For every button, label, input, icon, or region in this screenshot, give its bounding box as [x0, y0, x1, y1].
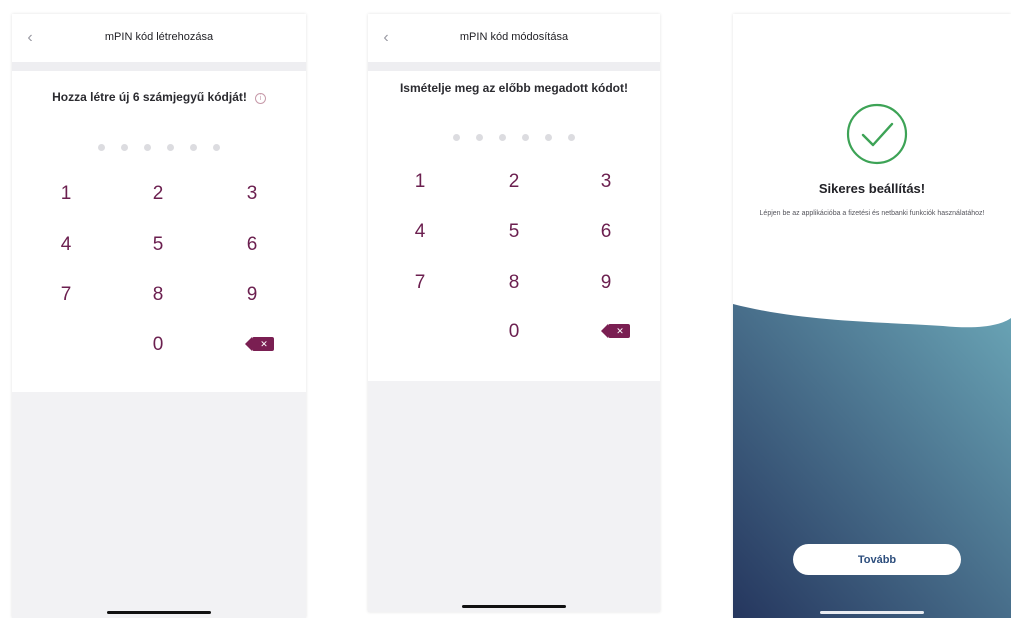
pin-prompt: Ismételje meg az előbb megadott kódot! [399, 81, 629, 95]
key-3[interactable]: 3 [222, 176, 282, 212]
delete-button[interactable]: ✕ [588, 312, 648, 348]
backspace-icon: ✕ [601, 324, 630, 338]
divider [368, 62, 660, 71]
nav-bar: ‹ mPIN kód létrehozása [12, 14, 306, 63]
key-8[interactable]: 8 [484, 265, 544, 301]
checkmark-circle-icon [846, 103, 908, 165]
key-2[interactable]: 2 [484, 164, 544, 200]
screen-title: mPIN kód módosítása [459, 31, 569, 43]
pin-panel: Hozza létre új 6 számjegyű kódját! i 1 2 … [12, 71, 306, 392]
pin-prompt-text: Hozza létre új 6 számjegyű kódját! [52, 90, 247, 104]
success-message: Lépjen be az applikációba a fizetési és … [759, 210, 985, 217]
pin-dot [499, 134, 506, 141]
pin-dot [144, 144, 151, 151]
key-9[interactable]: 9 [222, 277, 282, 313]
key-4[interactable]: 4 [36, 227, 96, 263]
pin-dot [167, 144, 174, 151]
key-0[interactable]: 0 [484, 314, 544, 350]
info-icon[interactable]: i [254, 93, 266, 104]
screen-success: Sikeres beállítás! Lépjen be az applikác… [733, 14, 1011, 618]
delete-button[interactable]: ✕ [232, 325, 292, 361]
pin-dot [98, 144, 105, 151]
key-9[interactable]: 9 [576, 265, 636, 301]
backspace-icon: ✕ [245, 337, 274, 351]
key-5[interactable]: 5 [484, 214, 544, 250]
delete-x-glyph: ✕ [616, 326, 624, 336]
screen-confirm-pin: ‹ mPIN kód módosítása Ismételje meg az e… [368, 14, 660, 612]
delete-x-glyph: ✕ [260, 339, 268, 349]
key-6[interactable]: 6 [222, 227, 282, 263]
divider [12, 62, 306, 71]
pin-dots [12, 138, 306, 156]
success-title: Sikeres beállítás! [818, 181, 926, 196]
nav-bar: ‹ mPIN kód módosítása [368, 14, 660, 63]
pin-dot [121, 144, 128, 151]
pin-dot [213, 144, 220, 151]
next-button[interactable]: Tovább [793, 544, 961, 575]
pin-dot [476, 134, 483, 141]
home-indicator [820, 611, 924, 614]
key-1[interactable]: 1 [390, 164, 450, 200]
pin-dot [522, 134, 529, 141]
key-1[interactable]: 1 [36, 176, 96, 212]
pin-dot [568, 134, 575, 141]
key-3[interactable]: 3 [576, 164, 636, 200]
key-0[interactable]: 0 [128, 327, 188, 363]
screen-title: mPIN kód létrehozása [104, 31, 214, 43]
key-8[interactable]: 8 [128, 277, 188, 313]
pin-dot [453, 134, 460, 141]
screen-create-pin: ‹ mPIN kód létrehozása Hozza létre új 6 … [12, 14, 306, 618]
pin-dot [190, 144, 197, 151]
pin-prompt: Hozza létre új 6 számjegyű kódját! i [12, 90, 306, 104]
home-indicator [107, 611, 211, 614]
home-indicator [462, 605, 566, 608]
pin-dots [368, 128, 660, 146]
key-6[interactable]: 6 [576, 214, 636, 250]
key-5[interactable]: 5 [128, 227, 188, 263]
pin-dot [545, 134, 552, 141]
key-2[interactable]: 2 [128, 176, 188, 212]
key-7[interactable]: 7 [390, 265, 450, 301]
key-7[interactable]: 7 [36, 277, 96, 313]
key-4[interactable]: 4 [390, 214, 450, 250]
pin-panel: Ismételje meg az előbb megadott kódot! 1… [368, 71, 660, 381]
